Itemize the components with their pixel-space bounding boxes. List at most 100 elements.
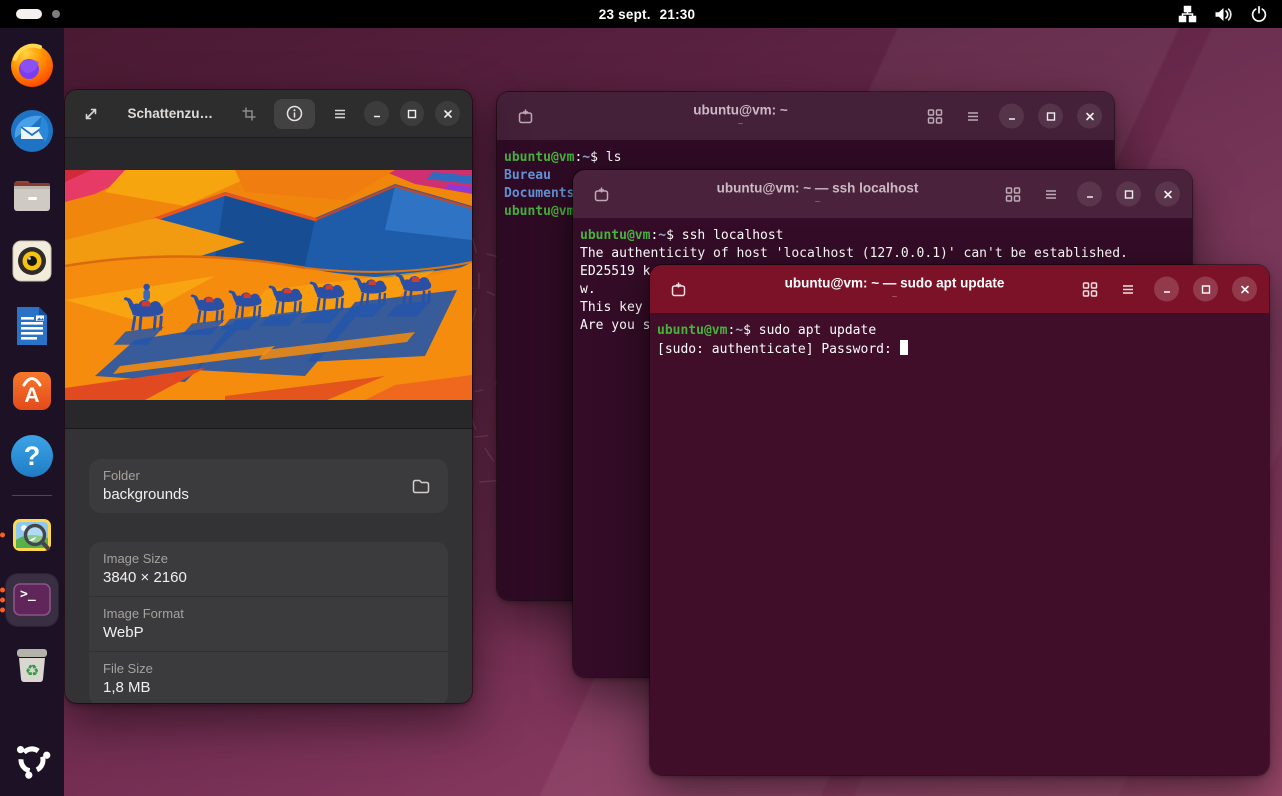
image-viewer-icon (9, 512, 55, 558)
folder-value: backgrounds (103, 486, 434, 503)
tab-overview-button[interactable] (1001, 182, 1025, 206)
image-size-value: 3840 × 2160 (103, 569, 434, 586)
dock-item-trash[interactable]: ♻ (6, 639, 58, 691)
new-tab-button[interactable] (665, 276, 691, 302)
network-icon[interactable] (1178, 5, 1197, 23)
terminal-1-title-area: ubuntu@vm: ~ ~ (557, 102, 924, 129)
image-size-row: Image Size 3840 × 2160 (89, 542, 448, 596)
folder-row: Folder backgrounds (89, 459, 448, 513)
clock[interactable]: 23 sept. 21:30 (599, 0, 695, 28)
window-title: ubuntu@vm: ~ — sudo apt update (710, 275, 1079, 291)
close-button[interactable] (1232, 277, 1257, 302)
terminal-3-content[interactable]: ubuntu@vm:~$ sudo apt update[sudo: authe… (650, 313, 1269, 775)
minimize-button[interactable] (1154, 277, 1179, 302)
folder-label: Folder (103, 468, 434, 483)
power-icon[interactable] (1250, 5, 1268, 23)
close-button[interactable] (435, 101, 460, 126)
terminal-2-title-area: ubuntu@vm: ~ — ssh localhost ~ (633, 180, 1002, 207)
dock-item-rhythmbox[interactable] (6, 235, 58, 287)
file-size-label: File Size (103, 661, 434, 676)
dock-item-terminal[interactable]: >_ (6, 574, 58, 626)
terminal-line: The authenticity of host 'localhost (127… (580, 245, 1185, 263)
menu-button[interactable] (961, 104, 985, 128)
dock-item-image-viewer[interactable] (6, 509, 58, 561)
maximize-button[interactable] (1116, 182, 1141, 207)
dock-item-app-center[interactable]: A (6, 365, 58, 417)
svg-text:♻: ♻ (25, 661, 39, 680)
thunderbird-icon (9, 108, 55, 154)
libreoffice-writer-icon (9, 303, 55, 349)
close-button[interactable] (1077, 104, 1102, 129)
image-format-value: WebP (103, 624, 434, 641)
terminal-3-headerbar[interactable]: ubuntu@vm: ~ — sudo apt update ~ (650, 265, 1269, 313)
terminal-window-sudo[interactable]: ubuntu@vm: ~ — sudo apt update ~ (650, 265, 1269, 775)
tab-overview-button[interactable] (1078, 277, 1102, 301)
maximize-button[interactable] (1038, 104, 1063, 129)
terminal-line: ubuntu@vm:~$ sudo apt update (657, 322, 1262, 340)
running-dot (0, 533, 5, 538)
terminal-3-title-area: ubuntu@vm: ~ — sudo apt update ~ (710, 275, 1079, 302)
viewer-properties-panel: Folder backgrounds Image Size 3840 × 216… (65, 428, 472, 703)
image-format-row: Image Format WebP (89, 596, 448, 651)
image-details-card: Image Size 3840 × 2160 Image Format WebP… (89, 542, 448, 703)
close-button[interactable] (1155, 182, 1180, 207)
new-tab-button[interactable] (512, 103, 538, 129)
minimize-button[interactable] (1077, 182, 1102, 207)
dock-item-libreoffice-writer[interactable] (6, 300, 58, 352)
viewer-canvas (65, 138, 472, 428)
workspace-active-pill (16, 9, 42, 19)
running-dot (0, 598, 5, 603)
dock-item-thunderbird[interactable] (6, 105, 58, 157)
firefox-icon (9, 43, 55, 89)
image-viewer-window[interactable]: Schattenzu… (65, 90, 472, 703)
crop-icon[interactable] (235, 100, 263, 128)
svg-text:>_: >_ (20, 587, 36, 602)
viewer-headerbar[interactable]: Schattenzu… (65, 90, 472, 138)
dock-item-help[interactable]: ? (6, 430, 58, 482)
workspace-indicator[interactable] (16, 0, 60, 28)
dock-divider (12, 495, 52, 496)
minimize-button[interactable] (999, 104, 1024, 129)
window-subtitle: ~ (710, 292, 1079, 303)
trash-icon: ♻ (9, 642, 55, 688)
wallpaper-camel-caravan-image[interactable] (65, 170, 472, 400)
fullscreen-icon[interactable] (77, 100, 105, 128)
maximize-button[interactable] (400, 101, 425, 126)
image-properties-button[interactable] (274, 99, 315, 129)
window-subtitle: ~ (557, 119, 924, 130)
menu-button[interactable] (1116, 277, 1140, 301)
menu-button[interactable] (326, 100, 354, 128)
terminal-icon: >_ (9, 577, 55, 623)
running-dot (0, 588, 5, 593)
window-subtitle: ~ (633, 197, 1002, 208)
file-size-value: 1,8 MB (103, 679, 434, 696)
window-title: ubuntu@vm: ~ (557, 102, 924, 118)
system-status-area[interactable] (1178, 0, 1268, 28)
minimize-button[interactable] (364, 101, 389, 126)
dock-item-files[interactable] (6, 170, 58, 222)
workspace-dot (52, 10, 60, 18)
dock-item-show-apps[interactable] (6, 734, 58, 786)
running-dot (0, 608, 5, 613)
svg-text:A: A (24, 384, 39, 407)
image-size-label: Image Size (103, 551, 434, 566)
file-size-row: File Size 1,8 MB (89, 651, 448, 703)
new-tab-button[interactable] (588, 181, 614, 207)
terminal-line: ubuntu@vm:~$ ls (504, 149, 1107, 167)
maximize-button[interactable] (1193, 277, 1218, 302)
running-indicator (0, 533, 5, 538)
running-indicator (0, 588, 5, 613)
help-icon: ? (9, 433, 55, 479)
terminal-1-headerbar[interactable]: ubuntu@vm: ~ ~ (497, 92, 1114, 140)
dock-item-firefox[interactable] (6, 40, 58, 92)
top-bar: 23 sept. 21:30 (0, 0, 1282, 28)
tab-overview-button[interactable] (923, 104, 947, 128)
window-title: ubuntu@vm: ~ — ssh localhost (633, 180, 1002, 196)
dock: A ? >_ (0, 28, 64, 796)
image-format-label: Image Format (103, 606, 434, 621)
menu-button[interactable] (1039, 182, 1063, 206)
terminal-2-headerbar[interactable]: ubuntu@vm: ~ — ssh localhost ~ (573, 170, 1192, 218)
volume-icon[interactable] (1214, 6, 1233, 23)
rhythmbox-icon (9, 238, 55, 284)
open-folder-icon[interactable] (406, 471, 436, 501)
